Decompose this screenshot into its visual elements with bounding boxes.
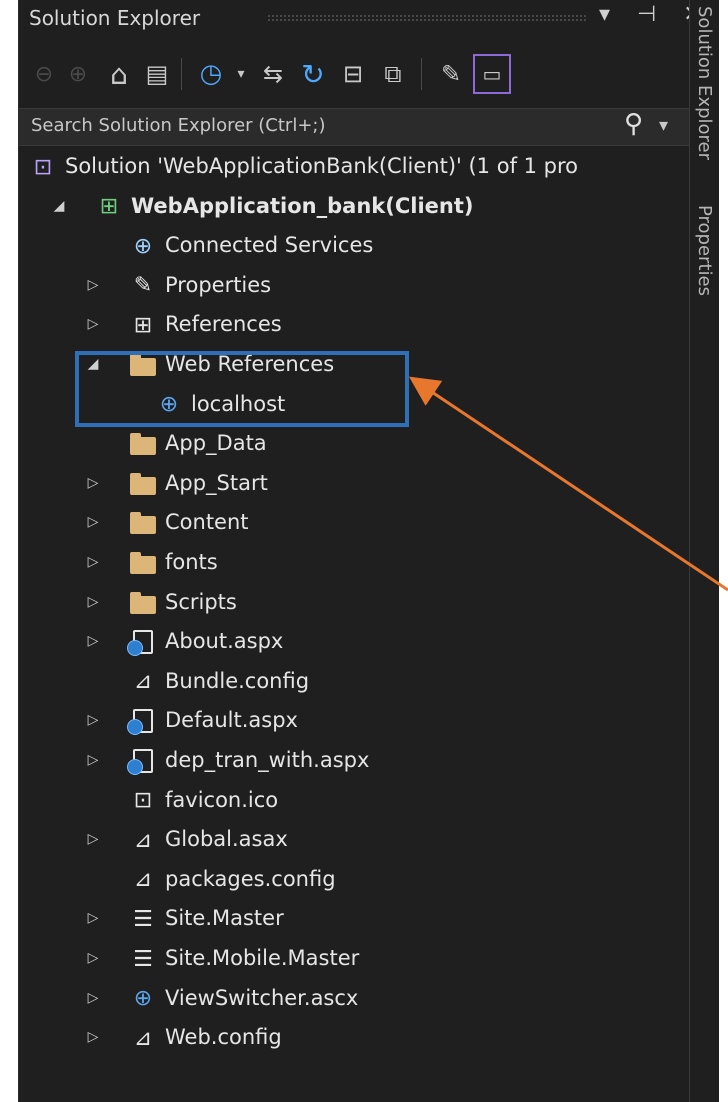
annotation-arrow (409, 376, 728, 592)
